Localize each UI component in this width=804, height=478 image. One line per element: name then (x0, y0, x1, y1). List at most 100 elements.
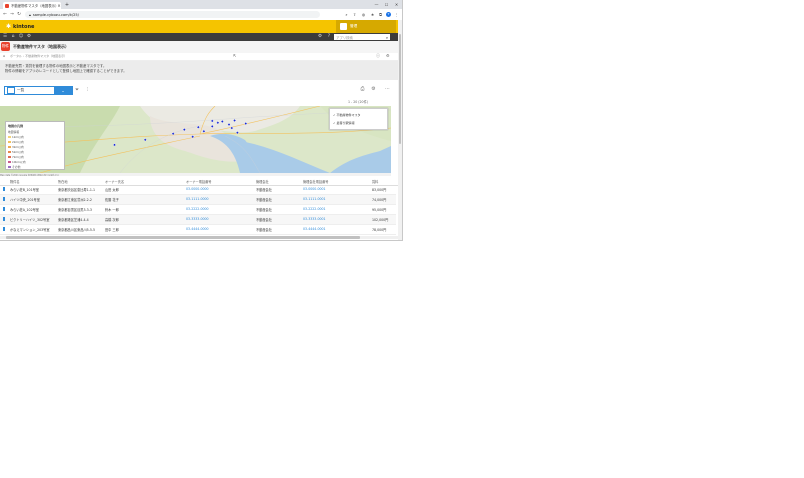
url-text: sample.cybozu.com/k/25/ (32, 12, 79, 17)
forward-arrow-icon[interactable]: → (9, 11, 15, 18)
legend-item: 3km以内 (8, 145, 24, 149)
record-detail-icon[interactable] (3, 217, 5, 221)
column-header[interactable]: 管理会社 (256, 179, 269, 184)
table-row[interactable]: ハイツ中央_201号室 東京都江東区豊洲2-2-2 佐藤 花子 03-1111-000… (0, 195, 396, 205)
view-dropdown-chevron-icon[interactable]: ⌄ (54, 87, 72, 94)
filter-icon[interactable]: ⏷ (75, 87, 79, 93)
table-row[interactable]: みらい荘B_101号室 東京都渋谷区恵比寿1-1-1 山田 太郎 03-0000-00… (0, 185, 396, 195)
layer-toggle[interactable]: ✓ 不動産物件マスタ (333, 113, 360, 117)
maximize-button[interactable]: ☐ (382, 0, 391, 9)
table-cell: 東京都港区芝浦4-4-4 (58, 218, 89, 222)
people-icon[interactable]: ☺ (18, 34, 24, 40)
print-icon[interactable]: ⎙ (359, 86, 366, 93)
legend-swatch (8, 166, 11, 168)
legend-label: 7km以内 (12, 155, 24, 159)
close-window-button[interactable]: ✕ (392, 0, 401, 9)
legend-label: 5km以内 (12, 150, 24, 154)
back-arrow-icon[interactable]: ← (2, 11, 8, 18)
share-icon[interactable]: ⇪ (352, 12, 357, 17)
app-icon: 物件 (1, 42, 10, 51)
column-header[interactable]: 賃料 (372, 179, 378, 184)
table-cell: 東京都品川区東品川5-5-5 (58, 228, 96, 232)
gear-icon[interactable]: ⚙ (370, 86, 377, 93)
table-row[interactable]: ビクトリーハイツ_302号室 東京都港区芝浦4-4-4 高橋 次郎 03-3333-0… (0, 215, 396, 225)
bookmark-star-icon[interactable]: ★ (370, 12, 375, 17)
column-header[interactable]: オーナー氏名 (105, 179, 124, 184)
cursor-pointer-icon: ⇱ (233, 53, 237, 58)
table-cell: 03-4444-0000 (186, 227, 209, 231)
legend-swatch (8, 141, 11, 143)
table-cell: 不動産会社 (256, 208, 272, 212)
table-cell: かなえマンション_203号室 (10, 228, 50, 232)
record-detail-icon[interactable] (3, 207, 5, 211)
legend-subtitle: 地図情報 (8, 130, 20, 134)
column-header[interactable]: オーナー電話番号 (186, 179, 212, 184)
app-search-input[interactable]: アプリ検索 (334, 35, 384, 40)
column-header[interactable]: 所在地 (58, 179, 68, 184)
zoom-icon[interactable]: ⌕ (344, 12, 349, 17)
legend-item: 10km以内 (8, 160, 26, 164)
kintone-logo-text: kintone (13, 23, 35, 30)
hamburger-menu-icon[interactable]: ☰ (2, 34, 8, 40)
layer-label: 最寄り駅情報 (336, 121, 355, 125)
legend-title: 地図の凡例 (8, 124, 24, 128)
horizontal-scroll-thumb[interactable] (6, 236, 360, 239)
legend-label: 3km以内 (12, 145, 24, 149)
app-settings-icon[interactable]: ⚙ (386, 53, 390, 58)
kintone-logo[interactable]: ✱ kintone (6, 23, 34, 30)
minimize-button[interactable]: — (372, 0, 381, 9)
app-info-icon[interactable]: ⓘ (376, 53, 380, 59)
record-detail-icon[interactable] (3, 227, 5, 231)
more-options-icon[interactable]: ⋯ (384, 86, 391, 93)
spaces-icon[interactable]: ⚙ (26, 34, 32, 40)
table-cell: ビクトリーハイツ_302号室 (10, 218, 50, 222)
url-field[interactable]: 🔒︎ sample.cybozu.com/k/25/ (25, 11, 320, 18)
table-cell: 03-2222-0000 (186, 207, 209, 211)
table-cell: 不動産会社 (256, 198, 272, 202)
vertical-scroll-thumb[interactable] (399, 34, 401, 144)
legend-label: 1km以内 (12, 135, 24, 139)
legend-item: 2km以内 (8, 140, 24, 144)
view-selector[interactable]: 一覧 ⌄ (4, 86, 73, 95)
table-row[interactable]: みらい荘A_102号室 東京都目黒区目黒3-3-3 鈴木 一郎 03-2222-000… (0, 205, 396, 215)
search-icon[interactable]: ⌕ (384, 35, 390, 40)
settings-gear-icon[interactable]: ⚙ (317, 34, 323, 40)
browser-tab[interactable]: 不動産物件マスタ（地図表示） × (3, 2, 61, 9)
legend-item: 5km以内 (8, 150, 24, 154)
column-header[interactable]: 管理会社電話番号 (303, 179, 329, 184)
close-tab-icon[interactable]: × (57, 3, 61, 8)
browser-menu-icon[interactable]: ⋮ (394, 12, 399, 17)
legend-swatch (8, 161, 11, 163)
home-icon[interactable]: ⌂ (10, 34, 16, 40)
table-row[interactable]: かなえマンション_203号室 東京都品川区東品川5-5-5 田中 三郎 03-4444… (0, 225, 396, 235)
extension-icon[interactable]: ◍ (361, 12, 366, 17)
browser-window: 不動産物件マスタ（地図表示） × + — ☐ ✕ ← → ↻ 🔒︎ sample… (0, 0, 403, 241)
reload-icon[interactable]: ↻ (16, 11, 22, 18)
record-detail-icon[interactable] (3, 187, 5, 191)
kintone-favicon-icon (5, 3, 9, 8)
user-avatar (340, 23, 347, 30)
user-name: 管理 (350, 24, 358, 28)
table-cell: みらい荘A_102号室 (10, 208, 39, 212)
help-icon[interactable]: ? (326, 34, 332, 40)
user-menu[interactable]: 管理 (336, 20, 396, 33)
record-count: 1 - 20 (20件) (348, 100, 369, 104)
legend-item: 7km以内 (8, 155, 24, 159)
puzzle-extensions-icon[interactable]: ⧉ (378, 12, 383, 17)
column-header[interactable]: 物件名 (10, 179, 20, 184)
table-cell: 83,000円 (372, 188, 387, 192)
portal-home-icon[interactable]: ⌂ (3, 54, 5, 58)
description-line: 物件の情報をアプリのレコードとして登録し地図上で確認することができます。 (5, 69, 127, 73)
kintone-logo-icon: ✱ (6, 23, 12, 30)
legend-item: 1km以内 (8, 135, 24, 139)
map-layer-panel: ✓ 不動産物件マスタ ✓ 最寄り駅情報 (329, 108, 388, 130)
table-body: みらい荘B_101号室 東京都渋谷区恵比寿1-1-1 山田 太郎 03-0000-00… (0, 185, 398, 235)
breadcrumb[interactable]: ポータル › 不動産物件マスタ（地図表示） (10, 54, 67, 58)
record-detail-icon[interactable] (3, 197, 5, 201)
profile-avatar[interactable]: T (386, 12, 391, 17)
new-tab-button[interactable]: + (64, 2, 70, 8)
graph-icon[interactable]: ⫶ (87, 87, 88, 93)
app-search-box[interactable]: アプリ検索 ⌕ (334, 34, 390, 40)
layer-toggle[interactable]: ✓ 最寄り駅情報 (333, 121, 354, 125)
table-cell: 田中 三郎 (105, 228, 119, 232)
